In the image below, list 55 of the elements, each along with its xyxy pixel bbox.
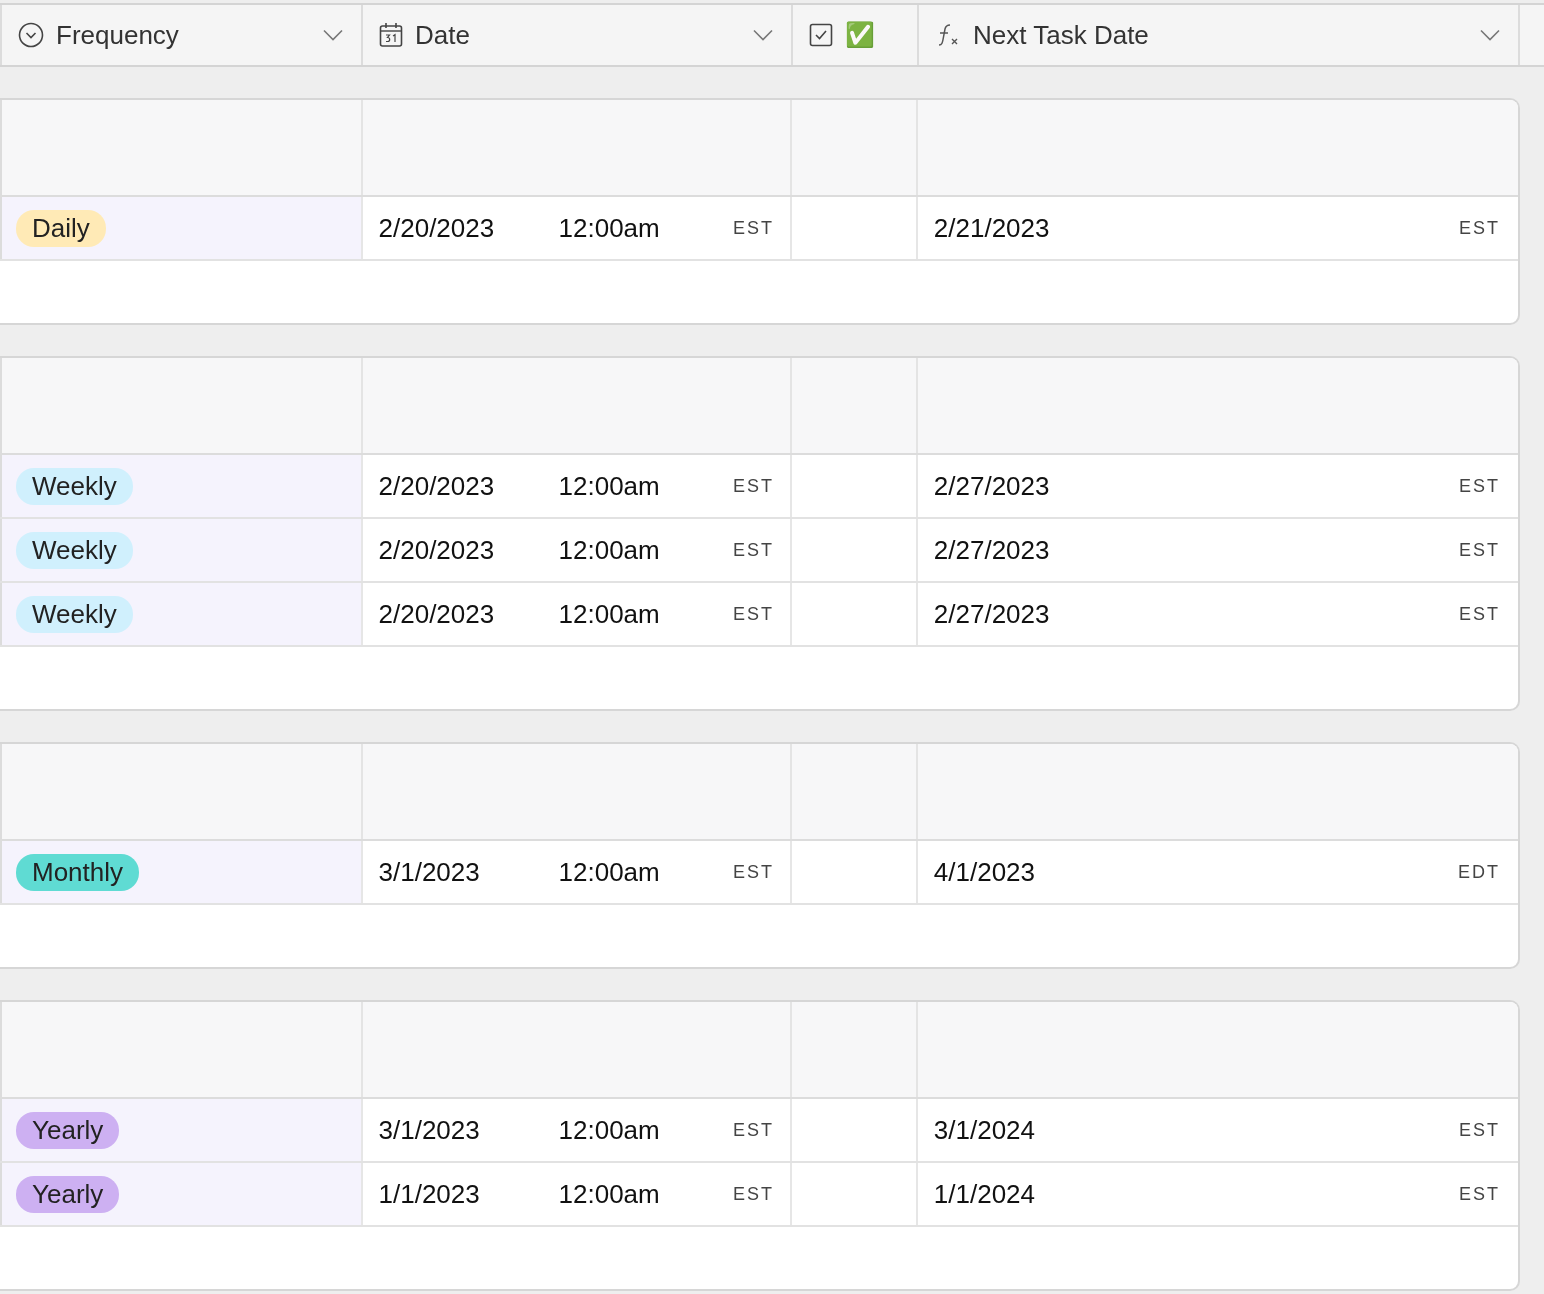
timezone-label: EST: [732, 1183, 774, 1205]
column-header[interactable]: Date: [363, 5, 793, 65]
timezone-label: EST: [732, 217, 774, 239]
date-value: 2/20/2023: [378, 212, 496, 244]
timezone-label: EST: [1459, 1183, 1500, 1205]
time-value: 12:00am: [558, 1114, 660, 1146]
date-value: 3/1/2024: [933, 1114, 1037, 1146]
calendar-icon: [379, 22, 403, 48]
chevron-down-icon[interactable]: [323, 29, 343, 41]
time-value: 12:00am: [558, 470, 660, 502]
checkbox-icon: [809, 23, 833, 47]
date-value: 1/1/2023: [378, 1178, 481, 1210]
timezone-label: EST: [1459, 475, 1500, 497]
timezone-label: EST: [732, 603, 774, 625]
time-value: 12:00am: [558, 1178, 660, 1210]
timezone-label: EST: [1459, 603, 1500, 625]
timezone-label: EST: [732, 861, 774, 883]
column-title: ✅: [845, 21, 875, 49]
column-title: Frequency: [56, 19, 179, 51]
timezone-label: EDT: [1458, 861, 1500, 883]
chevron-down-icon[interactable]: [753, 29, 773, 41]
frequency-tag: Yearly: [16, 1175, 120, 1213]
date-value: 2/20/2023: [378, 534, 496, 566]
column-header[interactable]: Frequency: [0, 5, 363, 65]
frequency-tag: Weekly: [16, 531, 133, 569]
date-value: 3/1/2023: [378, 856, 481, 888]
column-title: Next Task Date: [973, 19, 1149, 51]
timezone-label: EST: [1459, 217, 1500, 239]
chevron-down-icon[interactable]: [1480, 29, 1500, 41]
frequency-tag: Weekly: [16, 595, 133, 633]
frequency-tag: Monthly: [16, 853, 140, 891]
date-value: 2/27/2023: [933, 598, 1051, 630]
date-value: 2/27/2023: [933, 534, 1051, 566]
date-value: 3/1/2023: [378, 1114, 481, 1146]
frequency-tag: Yearly: [16, 1111, 120, 1149]
time-value: 12:00am: [558, 534, 660, 566]
time-value: 12:00am: [558, 212, 660, 244]
frequency-tag: Weekly: [16, 467, 133, 505]
date-value: 2/20/2023: [378, 598, 496, 630]
timezone-label: EST: [732, 1119, 774, 1141]
date-value: 2/21/2023: [933, 212, 1051, 244]
timezone-label: EST: [1459, 539, 1500, 561]
timezone-label: EST: [732, 475, 774, 497]
date-value: 2/20/2023: [378, 470, 496, 502]
column-title: Date: [415, 19, 470, 51]
frequency-tag: Daily: [16, 209, 106, 247]
time-value: 12:00am: [558, 598, 660, 630]
date-value: 1/1/2024: [933, 1178, 1037, 1210]
time-value: 12:00am: [558, 856, 660, 888]
timezone-label: EST: [732, 539, 774, 561]
dropdown-circle-icon: [18, 22, 44, 48]
column-header[interactable]: Next Task Date: [919, 5, 1520, 65]
date-value: 4/1/2023: [933, 856, 1037, 888]
date-value: 2/27/2023: [933, 470, 1051, 502]
timezone-label: EST: [1459, 1119, 1500, 1141]
